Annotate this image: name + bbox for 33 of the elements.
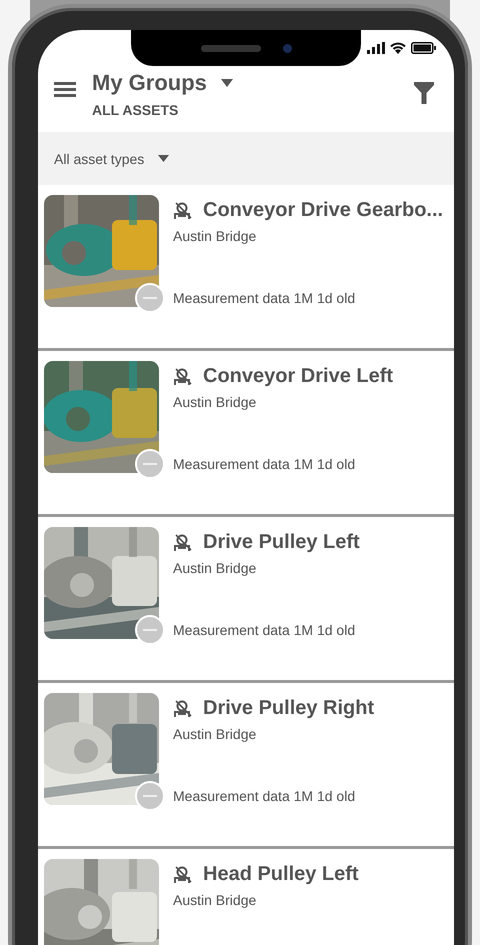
filter-icon[interactable]	[414, 82, 434, 104]
asset-location: Austin Bridge	[173, 726, 258, 742]
asset-location: Austin Bridge	[173, 892, 258, 908]
asset-row[interactable]: Head Pulley Left Austin Bridge	[38, 849, 454, 945]
asset-location: Austin Bridge	[173, 560, 258, 576]
machine-icon	[173, 700, 193, 718]
asset-row[interactable]: Conveyor Drive Gearbo... Austin Bridge Measurement data 1M 1d old	[38, 185, 454, 351]
measurement-status: Measurement data 1M 1d old	[173, 290, 356, 306]
measurement-status: Measurement data 1M 1d old	[173, 456, 356, 472]
asset-row[interactable]: Drive Pulley Right Austin Bridge Measurement data 1M 1d old	[38, 683, 454, 849]
measurement-status: Measurement data 1M 1d old	[173, 622, 356, 638]
asset-name: Conveyor Drive Left	[203, 365, 394, 388]
group-subtitle: ALL ASSETS	[92, 102, 180, 118]
asset-type-dropdown[interactable]: All asset types	[38, 132, 454, 185]
machine-icon	[173, 368, 193, 386]
asset-name: Conveyor Drive Gearbo...	[203, 199, 444, 222]
asset-location: Austin Bridge	[173, 228, 258, 244]
asset-name: Drive Pulley Right	[203, 697, 374, 720]
caret-icon[interactable]	[220, 79, 233, 87]
signal-icon	[367, 42, 385, 54]
group-title: My Groups	[92, 70, 207, 96]
asset-location: Austin Bridge	[173, 394, 258, 410]
machine-icon	[173, 866, 193, 884]
measurement-status: Measurement data 1M 1d old	[173, 788, 356, 804]
caret-icon	[158, 155, 170, 162]
battery-icon	[411, 42, 436, 54]
asset-name: Head Pulley Left	[203, 863, 359, 886]
wifi-icon	[390, 42, 406, 54]
asset-row[interactable]: Conveyor Drive Left Austin Bridge Measurement data 1M 1d old	[38, 351, 454, 517]
asset-row[interactable]: Drive Pulley Left Austin Bridge Measurement data 1M 1d old	[38, 517, 454, 683]
machine-icon	[173, 534, 193, 552]
asset-name: Drive Pulley Left	[203, 531, 360, 554]
machine-icon	[173, 202, 193, 220]
